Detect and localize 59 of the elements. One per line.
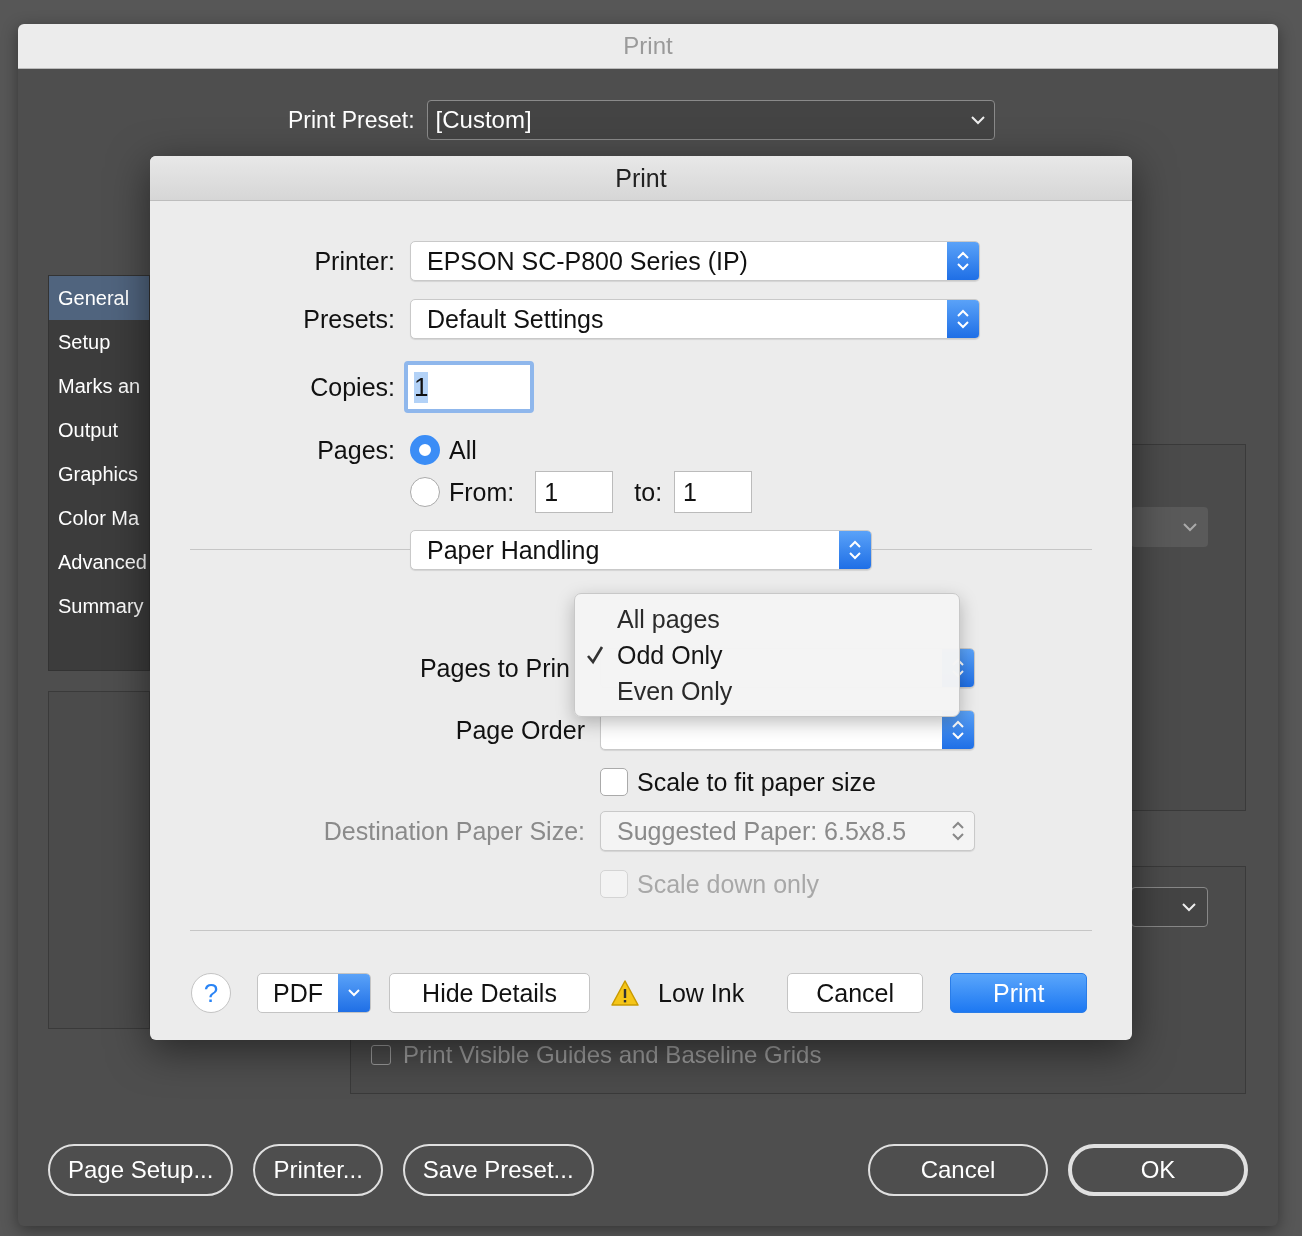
dropdown[interactable] [1131,887,1208,927]
checkbox-label: Print Visible Guides and Baseline Grids [403,1041,822,1069]
from-field[interactable]: 1 [535,471,614,513]
dialog-button[interactable]: Save Preset... [402,1144,594,1196]
radio-label: All [449,435,477,465]
menu-item[interactable]: Odd Only [575,637,959,673]
radio-button[interactable] [410,435,440,465]
copies-label: Copies: [309,372,395,402]
dialog-button[interactable]: Printer... [253,1144,383,1196]
checkbox[interactable] [600,768,628,796]
printer-popup[interactable]: EPSON SC-P800 Series (IP) [410,241,980,281]
copies-field[interactable]: 1 [404,361,534,413]
printer-label: Printer: [313,246,395,276]
to-field[interactable]: 1 [674,471,753,513]
menu-item[interactable]: Even Only [575,673,959,709]
checkbox[interactable] [371,1045,391,1065]
sidebar-item[interactable]: General [49,276,149,320]
help-button[interactable]: ? [191,973,231,1013]
dialog-button[interactable]: Cancel [787,973,924,1013]
dialog-button[interactable]: OK [1068,1144,1248,1196]
chevron-icon [338,974,370,1012]
print-preset-dropdown[interactable]: [Custom] [426,100,995,140]
paper-size-label: Destination Paper Size: [322,816,585,846]
warning-icon [610,979,640,1007]
checkbox-label: Scale down only [637,869,820,899]
sidebar-item[interactable]: Advanced [49,540,149,584]
pages-label: Pages: [316,435,395,465]
sidebar-item[interactable]: Setup [49,320,149,364]
chevron-icon [1181,902,1197,912]
pdf-button[interactable]: PDF [257,973,371,1013]
dialog-title: Print [615,163,667,193]
menu-item[interactable]: All pages [575,601,959,637]
section-popup[interactable]: Paper Handling [410,530,872,570]
dialog-button[interactable]: Cancel [868,1144,1048,1196]
sidebar-item[interactable]: Color Ma [49,496,149,540]
dropdown[interactable] [1131,507,1208,547]
sidebar-item[interactable]: Summary [49,584,149,628]
to-label: to: [634,477,663,507]
presets-label: Presets: [302,304,395,334]
status-text: Low Ink [658,978,745,1008]
chevron-icon [969,115,986,125]
window-title: Print [623,32,673,60]
dialog-button[interactable]: Page Setup... [48,1144,234,1196]
page-order-label: Page Order [454,715,585,745]
sidebar-item[interactable]: Output [49,408,149,452]
presets-popup[interactable]: Default Settings [410,299,980,339]
stepper-icon [947,300,979,338]
pages-to-print-label: Pages to Prin [418,653,570,683]
stepper-icon [947,242,979,280]
hide-details-button[interactable]: Hide Details [389,973,590,1013]
checkmark-icon [586,645,604,665]
chevron-icon [1182,522,1198,532]
checkbox-label: Scale to fit paper size [637,767,876,797]
sidebar-item[interactable]: Graphics [49,452,149,496]
radio-button[interactable] [410,477,440,507]
stepper-icon [839,531,871,569]
sidebar-item[interactable]: Marks an [49,364,149,408]
radio-label: From: [449,477,515,507]
print-preset-label: Print Preset: [288,106,415,134]
